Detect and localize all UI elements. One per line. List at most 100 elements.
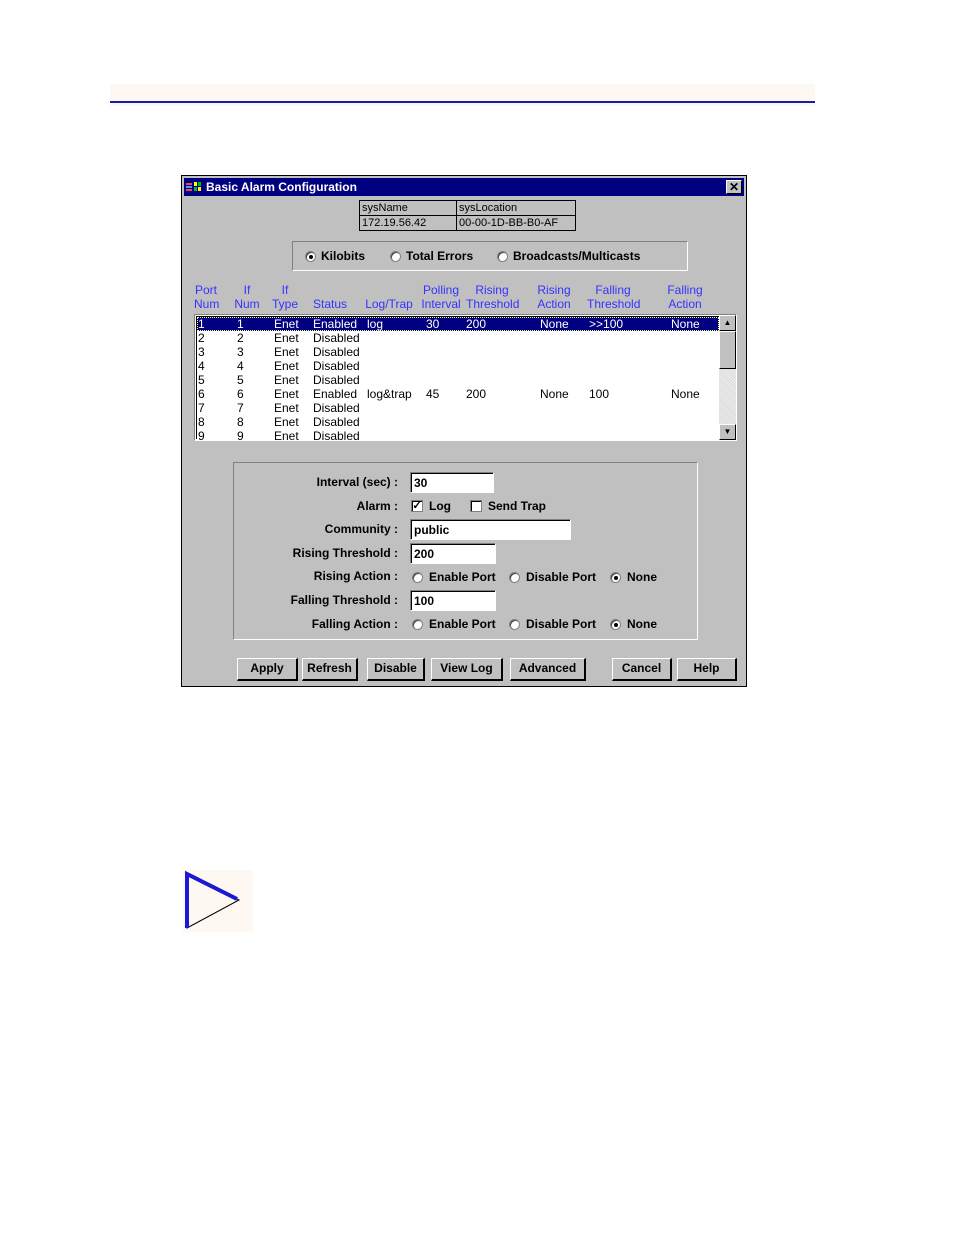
falling-enable-port-label: Enable Port bbox=[429, 617, 496, 631]
falling-none-label: None bbox=[627, 617, 657, 631]
kilobits-radio[interactable] bbox=[305, 250, 316, 262]
vertical-scrollbar[interactable]: ▲ ▼ bbox=[719, 315, 736, 440]
advanced-button[interactable]: Advanced bbox=[510, 658, 586, 681]
scroll-down-button[interactable]: ▼ bbox=[719, 424, 736, 440]
apply-button[interactable]: Apply bbox=[237, 658, 298, 681]
help-button[interactable]: Help bbox=[677, 658, 737, 681]
port-row[interactable]: 8 8 Enet Disabled bbox=[197, 415, 719, 429]
refresh-button[interactable]: Refresh bbox=[302, 658, 358, 681]
header-falling-action[interactable]: Falling Action bbox=[666, 283, 704, 311]
port-row[interactable]: 3 3 Enet Disabled bbox=[197, 345, 719, 359]
alarm-settings-panel: Interval (sec) : Alarm : ✓ Log Send Trap… bbox=[233, 462, 698, 640]
syslocation-header: sysLocation bbox=[456, 200, 576, 216]
interval-input[interactable] bbox=[410, 472, 494, 493]
cell-fallact: None bbox=[671, 317, 700, 331]
note-icon bbox=[183, 870, 253, 932]
header-rising-action[interactable]: Rising Action bbox=[536, 283, 572, 311]
community-input[interactable] bbox=[410, 519, 571, 540]
header-polling-interval[interactable]: Polling Interval bbox=[420, 283, 462, 311]
falling-none-option[interactable]: None bbox=[610, 617, 657, 631]
cell-ifnum: 7 bbox=[237, 401, 244, 415]
rising-enable-port-radio[interactable] bbox=[412, 571, 423, 583]
falling-threshold-input[interactable] bbox=[410, 590, 496, 611]
falling-action-label: Falling Action : bbox=[311, 617, 398, 631]
scroll-up-button[interactable]: ▲ bbox=[719, 315, 736, 331]
header-status[interactable]: Status bbox=[312, 283, 348, 311]
rising-none-option[interactable]: None bbox=[610, 570, 657, 584]
broadcasts-multicasts-radio[interactable] bbox=[497, 250, 508, 262]
port-list[interactable]: 1 1 Enet Enabled log 30 200 None >>100 None 2 2 Enet… bbox=[194, 314, 737, 441]
falling-disable-port-radio[interactable] bbox=[509, 618, 520, 630]
sysname-header: sysName bbox=[359, 200, 457, 216]
cell-port: 9 bbox=[198, 429, 205, 441]
port-row[interactable]: 6 6 Enet Enabled log&trap 45 200 None 100 None bbox=[197, 387, 719, 401]
broadcasts-multicasts-option[interactable]: Broadcasts/Multicasts bbox=[497, 249, 640, 263]
cell-type: Enet bbox=[274, 359, 299, 373]
log-option[interactable]: ✓ Log bbox=[411, 499, 451, 513]
cell-ifnum: 8 bbox=[237, 415, 244, 429]
rising-disable-port-radio[interactable] bbox=[509, 571, 520, 583]
sysname-value: 172.19.56.42 bbox=[359, 215, 457, 231]
cell-type: Enet bbox=[274, 331, 299, 345]
broadcasts-multicasts-label: Broadcasts/Multicasts bbox=[513, 249, 641, 263]
rising-enable-port-option[interactable]: Enable Port bbox=[412, 570, 496, 584]
syslocation-value: 00-00-1D-BB-B0-AF bbox=[456, 215, 576, 231]
send-trap-checkbox[interactable] bbox=[470, 500, 482, 512]
header-if-type[interactable]: If Type bbox=[271, 283, 299, 311]
header-log-trap[interactable]: Log/Trap bbox=[364, 283, 414, 311]
rising-threshold-label: Rising Threshold : bbox=[292, 546, 398, 560]
cell-rise: 200 bbox=[466, 387, 487, 401]
send-trap-option[interactable]: Send Trap bbox=[470, 499, 546, 513]
rising-none-label: None bbox=[627, 570, 657, 584]
port-row[interactable]: 1 1 Enet Enabled log 30 200 None >>100 None bbox=[197, 317, 719, 331]
falling-disable-port-label: Disable Port bbox=[526, 617, 597, 631]
cell-ifnum: 5 bbox=[237, 373, 244, 387]
app-icon bbox=[186, 182, 201, 191]
scroll-thumb[interactable] bbox=[719, 331, 736, 369]
log-label: Log bbox=[429, 499, 451, 513]
cell-port: 5 bbox=[198, 373, 205, 387]
total-errors-radio[interactable] bbox=[390, 250, 401, 262]
falling-disable-port-option[interactable]: Disable Port bbox=[509, 617, 596, 631]
arrow-down-icon: ▼ bbox=[723, 427, 732, 436]
rising-threshold-input[interactable] bbox=[410, 543, 496, 564]
header-port-num[interactable]: Port Num bbox=[194, 283, 219, 311]
cell-ifnum: 2 bbox=[237, 331, 244, 345]
view-log-button[interactable]: View Log bbox=[431, 658, 503, 681]
port-row[interactable]: 2 2 Enet Disabled bbox=[197, 331, 719, 345]
arrow-up-icon: ▲ bbox=[723, 318, 732, 327]
kilobits-option[interactable]: Kilobits bbox=[305, 249, 365, 263]
total-errors-option[interactable]: Total Errors bbox=[390, 249, 473, 263]
cancel-button[interactable]: Cancel bbox=[612, 658, 672, 681]
port-list-rows: 1 1 Enet Enabled log 30 200 None >>100 None 2 2 Enet… bbox=[196, 316, 719, 441]
cell-fallact: None bbox=[671, 387, 700, 401]
header-rising-threshold[interactable]: Rising Threshold bbox=[466, 283, 519, 311]
cell-status: Enabled bbox=[313, 317, 358, 331]
close-button[interactable]: ✕ bbox=[726, 180, 742, 194]
total-errors-label: Total Errors bbox=[406, 249, 474, 263]
port-row[interactable]: 4 4 Enet Disabled bbox=[197, 359, 719, 373]
rising-disable-port-option[interactable]: Disable Port bbox=[509, 570, 596, 584]
cell-rise: 200 bbox=[466, 317, 487, 331]
disable-button[interactable]: Disable bbox=[367, 658, 425, 681]
cell-type: Enet bbox=[274, 401, 299, 415]
cell-fall: >>100 bbox=[589, 317, 624, 331]
cell-status: Disabled bbox=[313, 429, 360, 441]
falling-enable-port-radio[interactable] bbox=[412, 618, 423, 630]
port-row[interactable]: 9 9 Enet Disabled bbox=[197, 429, 719, 441]
header-falling-threshold[interactable]: Falling Threshold bbox=[587, 283, 640, 311]
cell-interval: 30 bbox=[426, 317, 440, 331]
counter-type-group: Kilobits Total Errors Broadcasts/Multica… bbox=[292, 241, 688, 271]
cell-logtrap: log bbox=[367, 317, 384, 331]
interval-label: Interval (sec) : bbox=[316, 475, 398, 489]
port-table-headers: Port Num If Num If Type Status Log/Trap Pol… bbox=[194, 283, 734, 313]
rising-none-radio[interactable] bbox=[610, 571, 621, 583]
alarm-label: Alarm : bbox=[356, 499, 398, 513]
falling-enable-port-option[interactable]: Enable Port bbox=[412, 617, 496, 631]
log-checkbox[interactable]: ✓ bbox=[411, 500, 423, 512]
falling-none-radio[interactable] bbox=[610, 618, 621, 630]
port-row[interactable]: 5 5 Enet Disabled bbox=[197, 373, 719, 387]
cell-riseact: None bbox=[540, 317, 569, 331]
header-if-num[interactable]: If Num bbox=[234, 283, 260, 311]
port-row[interactable]: 7 7 Enet Disabled bbox=[197, 401, 719, 415]
